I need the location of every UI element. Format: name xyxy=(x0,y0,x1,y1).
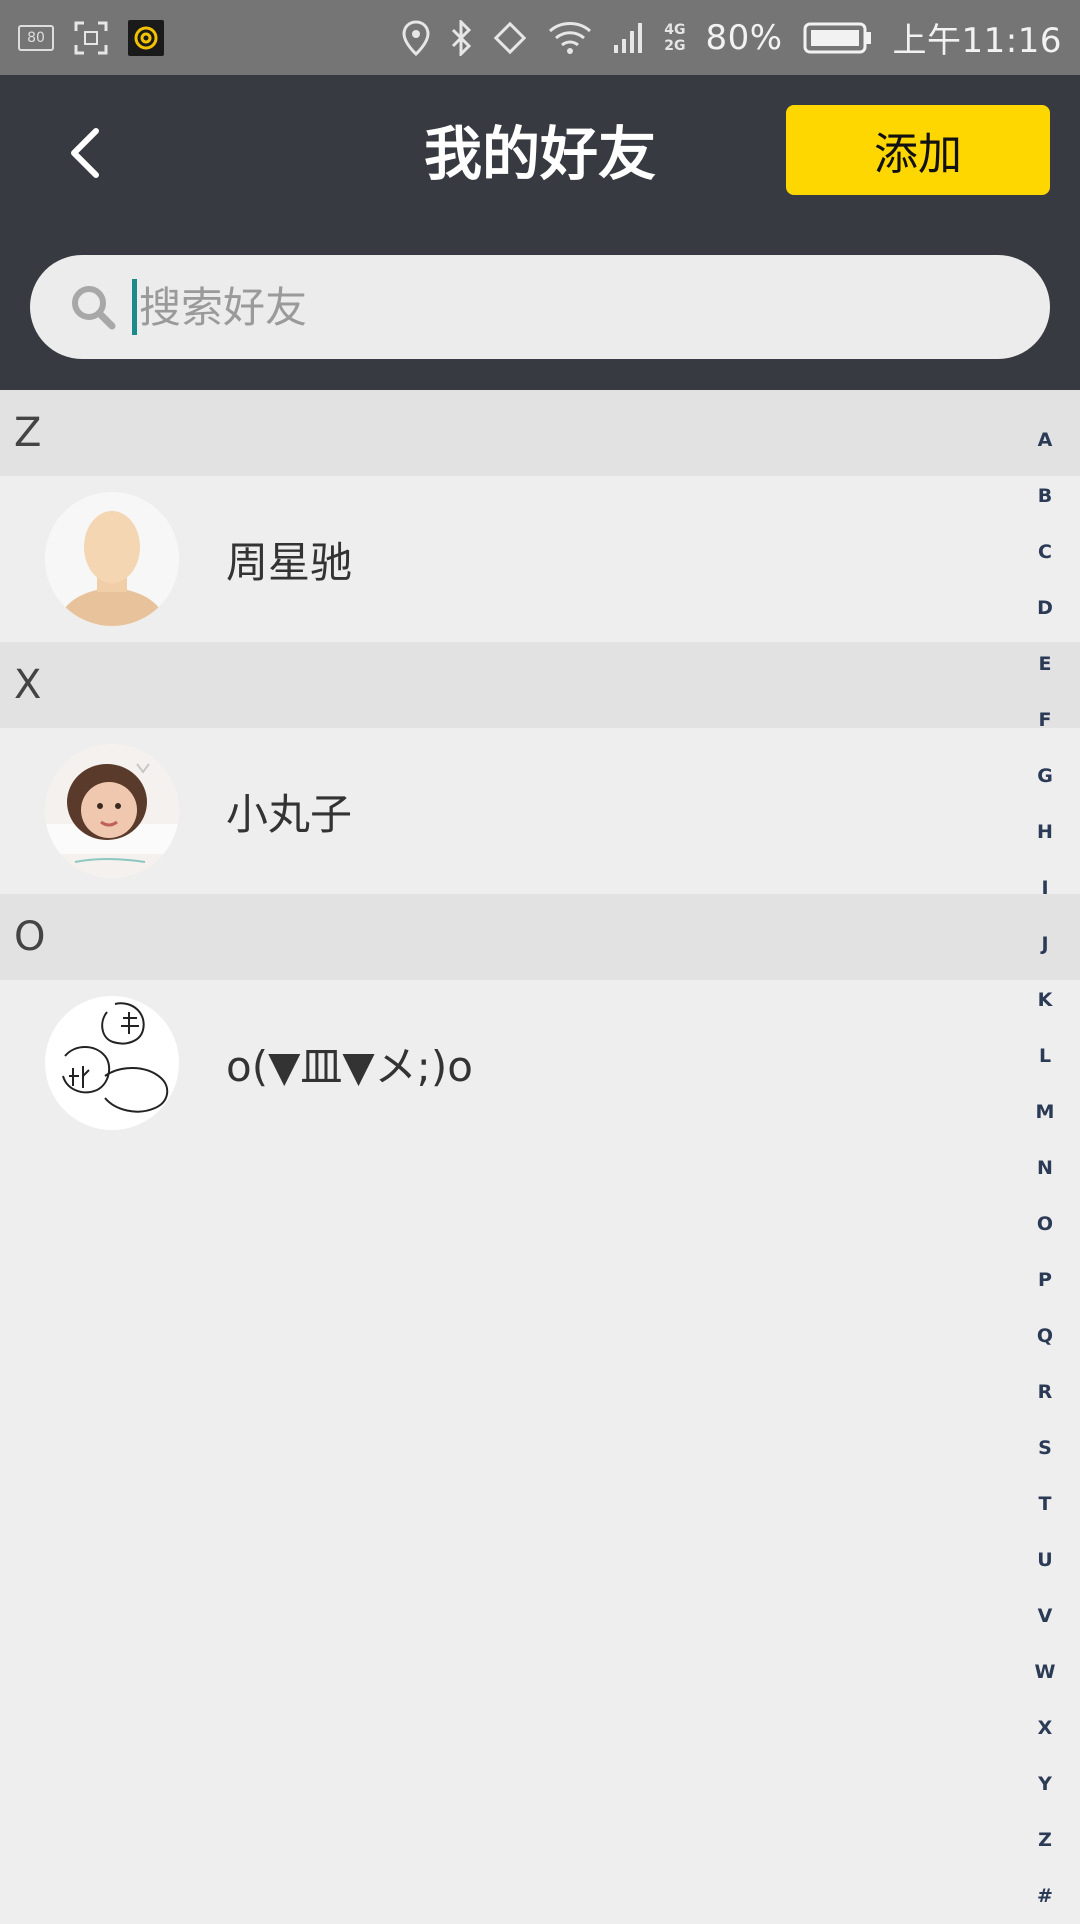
search-icon xyxy=(72,286,116,330)
wifi-icon xyxy=(548,21,592,55)
index-letter-p[interactable]: P xyxy=(1015,1252,1075,1308)
app-header: 我的好友 添加 xyxy=(0,75,1080,390)
avatar xyxy=(45,492,179,626)
search-input[interactable] xyxy=(139,272,959,342)
index-letter-e[interactable]: E xyxy=(1015,636,1075,692)
screenshot-icon xyxy=(74,21,108,55)
avatar xyxy=(45,744,179,878)
list-item[interactable]: 周星驰 xyxy=(0,476,1080,642)
index-letter-n[interactable]: N xyxy=(1015,1140,1075,1196)
index-letter-z[interactable]: Z xyxy=(1015,1812,1075,1868)
index-letter-d[interactable]: D xyxy=(1015,580,1075,636)
add-friend-button[interactable]: 添加 xyxy=(786,105,1050,195)
network-type-indicator: 4G 2G xyxy=(664,22,685,54)
location-icon xyxy=(402,19,430,56)
index-letter-hash[interactable]: # xyxy=(1015,1868,1075,1924)
default-avatar-icon xyxy=(45,492,179,626)
friend-name: 小丸子 xyxy=(226,789,353,839)
bluetooth-icon xyxy=(450,19,472,56)
index-letter-g[interactable]: G xyxy=(1015,748,1075,804)
index-letter-x[interactable]: X xyxy=(1015,1700,1075,1756)
index-letter-f[interactable]: F xyxy=(1015,692,1075,748)
avatar xyxy=(45,996,179,1130)
index-letter-b[interactable]: B xyxy=(1015,468,1075,524)
search-bar[interactable] xyxy=(30,255,1050,359)
index-letter-h[interactable]: H xyxy=(1015,804,1075,860)
section-header-o: O xyxy=(0,894,1080,980)
battery-saver-badge: 80 xyxy=(18,24,54,51)
clock: 上午11:16 xyxy=(892,21,1062,61)
friend-name: o(▼皿▼メ;)o xyxy=(226,1041,473,1091)
app-notification-icon xyxy=(128,19,164,56)
section-header-x: X xyxy=(0,642,1080,728)
alphabet-index-bar[interactable]: A B C D E F G H I J K L M N O P Q R S T U V W X Y Z # xyxy=(1010,412,1080,1924)
section-header-z: Z xyxy=(0,390,1080,476)
index-letter-k[interactable]: K xyxy=(1015,972,1075,1028)
network-4g-label: 4G xyxy=(664,21,686,38)
index-letter-o[interactable]: O xyxy=(1015,1196,1075,1252)
index-letter-j[interactable]: J xyxy=(1015,916,1075,972)
photo-avatar-girl-icon xyxy=(45,744,179,878)
battery-icon xyxy=(803,22,873,54)
index-letter-r[interactable]: R xyxy=(1015,1364,1075,1420)
index-letter-t[interactable]: T xyxy=(1015,1476,1075,1532)
battery-percent: 80% xyxy=(705,17,783,58)
index-letter-c[interactable]: C xyxy=(1015,524,1075,580)
index-letter-q[interactable]: Q xyxy=(1015,1308,1075,1364)
status-bar: 80 4G 2G 80% 上午11:16 xyxy=(0,0,1080,75)
badge-text: 80 xyxy=(18,24,54,51)
list-item[interactable]: 小丸子 xyxy=(0,728,1080,894)
index-letter-u[interactable]: U xyxy=(1015,1532,1075,1588)
text-cursor xyxy=(132,279,137,335)
index-letter-m[interactable]: M xyxy=(1015,1084,1075,1140)
index-letter-v[interactable]: V xyxy=(1015,1588,1075,1644)
signal-icon xyxy=(612,21,644,55)
index-letter-w[interactable]: W xyxy=(1015,1644,1075,1700)
index-letter-s[interactable]: S xyxy=(1015,1420,1075,1476)
network-2g-label: 2G xyxy=(664,37,686,54)
index-letter-a[interactable]: A xyxy=(1015,412,1075,468)
list-item[interactable]: o(▼皿▼メ;)o xyxy=(0,980,1080,1146)
index-letter-y[interactable]: Y xyxy=(1015,1756,1075,1812)
sketch-avatar-icon xyxy=(45,996,179,1130)
friend-name: 周星驰 xyxy=(226,537,353,587)
index-letter-i[interactable]: I xyxy=(1015,860,1075,916)
friend-list: Z 周星驰 X 小丸子 O o(▼皿▼メ;)o xyxy=(0,390,1080,1146)
rotation-icon xyxy=(492,20,528,56)
index-letter-l[interactable]: L xyxy=(1015,1028,1075,1084)
